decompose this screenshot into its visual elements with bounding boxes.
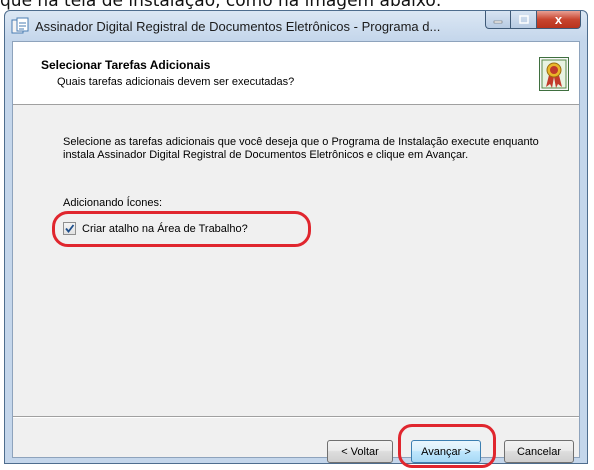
maximize-icon xyxy=(518,15,529,24)
close-button[interactable]: x xyxy=(537,11,581,29)
page-subtitle: Quais tarefas adicionais devem ser execu… xyxy=(57,76,295,88)
desktop-shortcut-checkbox[interactable] xyxy=(63,222,76,235)
desktop-shortcut-option[interactable]: Criar atalho na Área de Trabalho? xyxy=(63,222,248,235)
checkmark-icon xyxy=(65,224,75,233)
cancel-button[interactable]: Cancelar xyxy=(504,440,574,463)
wizard-client-area: Selecionar Tarefas Adicionais Quais tare… xyxy=(12,41,580,468)
page-title: Selecionar Tarefas Adicionais xyxy=(41,58,211,72)
window-title: Assinador Digital Registral de Documento… xyxy=(35,19,441,34)
next-button[interactable]: Avançar > xyxy=(411,440,481,463)
ribbon-award-icon xyxy=(539,57,569,91)
installer-window: Assinador Digital Registral de Documento… xyxy=(4,10,588,468)
close-icon: x xyxy=(554,12,563,27)
minimize-icon xyxy=(493,20,503,23)
title-bar[interactable]: Assinador Digital Registral de Documento… xyxy=(5,11,587,41)
instructions-text: Selecione as tarefas adicionais que você… xyxy=(63,136,539,161)
minimize-button[interactable] xyxy=(485,11,511,29)
desktop-shortcut-label[interactable]: Criar atalho na Área de Trabalho? xyxy=(82,223,248,235)
installer-app-icon xyxy=(11,17,29,34)
window-controls: x xyxy=(485,11,581,31)
icons-group-label: Adicionando Ícones: xyxy=(63,197,163,209)
wizard-header: Selecionar Tarefas Adicionais Quais tare… xyxy=(13,42,579,105)
back-button[interactable]: < Voltar xyxy=(327,440,393,463)
footer-divider xyxy=(13,416,579,418)
maximize-button[interactable] xyxy=(511,11,537,29)
